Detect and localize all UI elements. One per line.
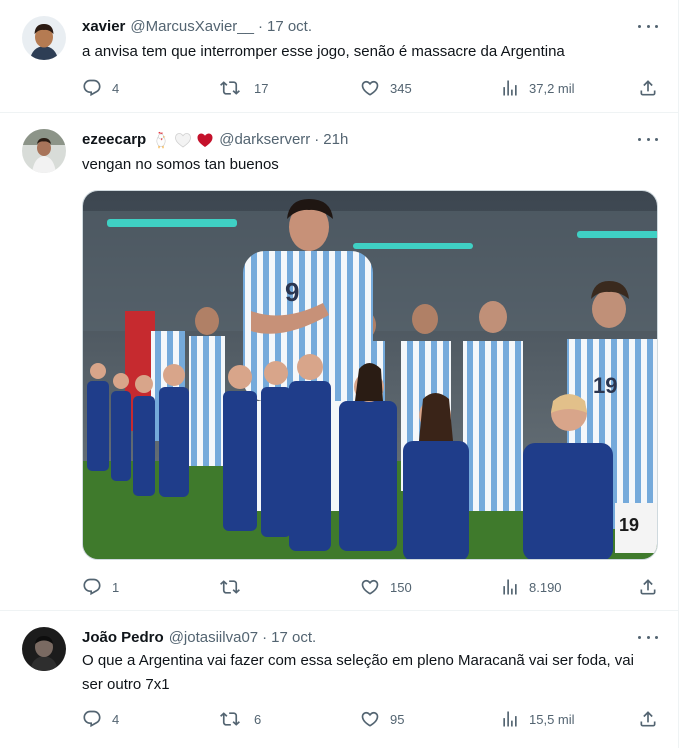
share-icon [638, 709, 658, 729]
views-button[interactable]: 15,5 mil [500, 709, 575, 729]
separator-dot: · [257, 18, 263, 35]
share-button[interactable] [638, 577, 658, 597]
views-button[interactable]: 37,2 mil [500, 78, 575, 98]
more-options-icon[interactable] [638, 18, 658, 34]
tweet-header: ezeecarp @darkserverr · 21h [82, 130, 348, 150]
retweet-count: 6 [254, 711, 262, 727]
display-name[interactable]: xavier [82, 17, 125, 37]
reply-icon [82, 577, 102, 597]
more-options-icon[interactable] [638, 629, 658, 645]
like-count: 95 [390, 711, 405, 727]
tweet-text: vengan no somos tan buenos [82, 156, 279, 173]
tweet[interactable]: xavier @MarcusXavier__ · 17 oct. a anvis… [0, 0, 678, 113]
action-bar: 1 150 8.190 [82, 577, 662, 599]
user-handle[interactable]: @MarcusXavier__ [130, 17, 254, 37]
timestamp[interactable]: 17 oct. [267, 17, 312, 37]
reply-button[interactable]: 4 [82, 78, 119, 98]
heart-icon [360, 709, 380, 729]
tweet-text: O que a Argentina vai fazer com essa sel… [82, 652, 634, 693]
action-bar: 4 17 345 37,2 mil [82, 78, 662, 100]
separator-dot: · [314, 131, 320, 148]
views-bar-chart-icon [500, 577, 520, 597]
avatar[interactable] [22, 16, 66, 60]
reply-button[interactable]: 4 [82, 709, 119, 729]
more-options-icon[interactable] [638, 131, 658, 147]
reply-count: 4 [112, 80, 120, 96]
views-button[interactable]: 8.190 [500, 577, 562, 597]
display-name[interactable]: ezeecarp [82, 130, 146, 150]
reply-icon [82, 709, 102, 729]
rooster-icon [156, 131, 166, 149]
share-button[interactable] [638, 78, 658, 98]
share-icon [638, 78, 658, 98]
retweet-icon [220, 709, 240, 729]
stadium-anthem-scene: 19 19 9 [83, 191, 657, 559]
user-handle[interactable]: @darkserverr [219, 130, 310, 150]
reply-count: 1 [112, 579, 120, 595]
tweet-header: João Pedro @jotasiilva07 · 17 oct. [82, 628, 316, 648]
white-heart-icon [175, 133, 192, 148]
action-bar: 4 6 95 15,5 mil [82, 709, 662, 731]
share-button[interactable] [638, 709, 658, 729]
like-button[interactable]: 95 [360, 709, 404, 729]
timestamp[interactable]: 21h [323, 130, 348, 150]
tweet-media-video[interactable]: 19 19 9 [82, 190, 658, 560]
display-name[interactable]: João Pedro [82, 628, 164, 648]
timestamp[interactable]: 17 oct. [271, 628, 316, 648]
retweet-button[interactable] [220, 577, 254, 597]
retweet-icon [220, 78, 240, 98]
retweet-button[interactable]: 17 [220, 78, 268, 98]
share-icon [638, 577, 658, 597]
retweet-icon [220, 577, 240, 597]
views-bar-chart-icon [500, 78, 520, 98]
like-count: 345 [390, 80, 412, 96]
reply-count: 4 [112, 711, 120, 727]
heart-icon [360, 577, 380, 597]
tweet[interactable]: ezeecarp @darkserverr · 21h vengan no so… [0, 113, 678, 611]
view-count: 37,2 mil [529, 80, 575, 96]
like-button[interactable]: 150 [360, 577, 412, 597]
jersey-number: 19 [593, 373, 617, 398]
views-bar-chart-icon [500, 709, 520, 729]
tweet-header: xavier @MarcusXavier__ · 17 oct. [82, 17, 312, 37]
red-heart-icon [197, 133, 213, 147]
view-count: 8.190 [529, 579, 562, 595]
tweet-text: a anvisa tem que interromper esse jogo, … [82, 43, 565, 60]
like-button[interactable]: 345 [360, 78, 412, 98]
user-handle[interactable]: @jotasiilva07 [169, 628, 258, 648]
tweet[interactable]: João Pedro @jotasiilva07 · 17 oct. O que… [0, 611, 678, 748]
retweet-count: 17 [254, 80, 269, 96]
view-count: 15,5 mil [529, 711, 575, 727]
jersey-number: 9 [285, 277, 299, 307]
timeline: xavier @MarcusXavier__ · 17 oct. a anvis… [0, 0, 679, 748]
reply-button[interactable]: 1 [82, 577, 119, 597]
shorts-number: 19 [619, 515, 639, 535]
heart-icon [360, 78, 380, 98]
reply-icon [82, 78, 102, 98]
avatar[interactable] [22, 627, 66, 671]
separator-dot: · [262, 629, 268, 646]
like-count: 150 [390, 579, 412, 595]
retweet-button[interactable]: 6 [220, 709, 261, 729]
avatar[interactable] [22, 129, 66, 173]
